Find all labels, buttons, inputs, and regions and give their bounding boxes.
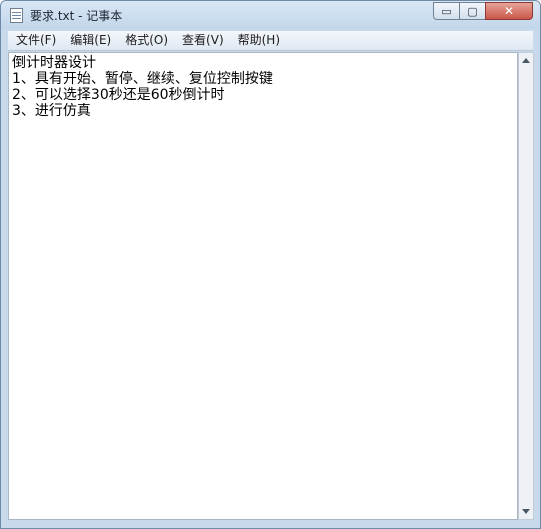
minimize-button[interactable]: ▭ [433, 2, 460, 20]
arrow-up-icon[interactable] [522, 58, 530, 63]
window-title: 要求.txt - 记事本 [30, 9, 123, 23]
text-line[interactable]: 3、进行仿真 [12, 103, 91, 119]
notepad-window: 要求.txt - 记事本 ▭ ▢ ✕ 文件(F) 编辑(E) 格式(O) 查看(… [0, 0, 541, 529]
maximize-icon: ▢ [467, 4, 478, 18]
vertical-scrollbar[interactable] [518, 52, 534, 520]
menu-format[interactable]: 格式(O) [119, 31, 174, 50]
text-editor[interactable]: 倒计时器设计 1、具有开始、暂停、继续、复位控制按键 2、可以选择30秒还是60… [8, 52, 518, 520]
maximize-button[interactable]: ▢ [459, 2, 486, 20]
menu-edit[interactable]: 编辑(E) [64, 31, 117, 50]
menu-help[interactable]: 帮助(H) [232, 31, 286, 50]
text-line[interactable]: 1、具有开始、暂停、继续、复位控制按键 [12, 71, 273, 87]
minimize-icon: ▭ [441, 4, 452, 18]
notepad-icon[interactable] [10, 8, 23, 23]
title-bar[interactable]: 要求.txt - 记事本 ▭ ▢ ✕ [1, 1, 540, 29]
text-line[interactable]: 2、可以选择30秒还是60秒倒计时 [12, 87, 225, 103]
close-icon: ✕ [503, 4, 515, 18]
menu-file[interactable]: 文件(F) [10, 31, 62, 50]
text-line[interactable]: 倒计时器设计 [12, 55, 96, 71]
close-button[interactable]: ✕ [485, 2, 533, 20]
menu-view[interactable]: 查看(V) [176, 31, 230, 50]
menu-bar: 文件(F) 编辑(E) 格式(O) 查看(V) 帮助(H) [8, 31, 533, 51]
arrow-down-icon[interactable] [522, 509, 530, 514]
